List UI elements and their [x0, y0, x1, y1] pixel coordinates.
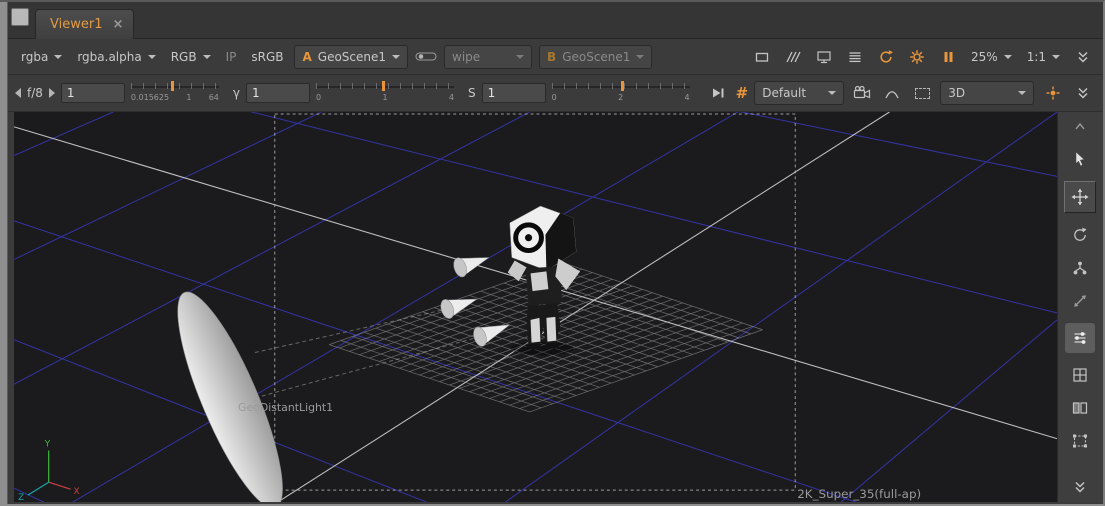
- input-b-badge: B: [547, 50, 556, 64]
- chevron-down-icon: [1052, 55, 1060, 59]
- chevron-down-icon: [516, 55, 524, 59]
- colorspace-dropdown[interactable]: sRGB: [247, 48, 287, 66]
- channels-dropdown[interactable]: rgba: [17, 48, 66, 66]
- display-mode-dropdown[interactable]: RGB: [167, 48, 215, 66]
- chevron-down-icon: [636, 55, 644, 59]
- collapse-toolbar-icon[interactable]: [1071, 82, 1095, 104]
- exposure-label: f/8: [27, 86, 43, 100]
- view-mode-dropdown[interactable]: 3D: [940, 81, 1034, 105]
- pixel-aspect-dropdown[interactable]: 1:1: [1023, 48, 1064, 66]
- pane-menu-button[interactable]: [11, 8, 29, 26]
- exposure-increase-icon[interactable]: [49, 88, 55, 98]
- axis-gizmo: Y X Z: [18, 440, 80, 502]
- format-name-label: 2K_Super_35(full-ap): [797, 487, 921, 501]
- chevron-down-icon: [392, 55, 400, 59]
- axis-y-label: Y: [44, 440, 51, 450]
- gamma-slider[interactable]: 014: [316, 79, 454, 107]
- light-cone-handles[interactable]: [439, 256, 510, 348]
- viewer-toolbar-top: rgba rgba.alpha RGB IP sRGB A GeoScene1: [7, 39, 1103, 75]
- chevron-down-icon: [203, 55, 211, 59]
- gain-slider-handle[interactable]: [171, 81, 174, 91]
- 3d-viewport[interactable]: GeoDistantLight1 2K_Super_35(full-ap) Y …: [14, 112, 1057, 502]
- tab-viewer1[interactable]: Viewer1 ×: [35, 9, 134, 39]
- close-icon[interactable]: ×: [112, 17, 123, 32]
- rotate-tool-icon[interactable]: [1068, 224, 1092, 246]
- roi-icon[interactable]: [910, 82, 934, 104]
- gear-icon[interactable]: [905, 46, 929, 68]
- wipe-handle-icon[interactable]: [415, 50, 437, 63]
- scroll-up-icon[interactable]: [1068, 115, 1092, 137]
- 3d-viewport-canvas[interactable]: GeoDistantLight1 2K_Super_35(full-ap) Y …: [14, 112, 1057, 502]
- scanlines-icon[interactable]: [843, 46, 867, 68]
- collapse-sidebar-icon[interactable]: [1068, 476, 1092, 498]
- panel-sliders-button[interactable]: [1065, 323, 1095, 353]
- wipe-mode-dropdown[interactable]: wipe: [444, 45, 532, 69]
- gain-input[interactable]: [61, 83, 125, 103]
- distant-light-disc[interactable]: [159, 282, 302, 502]
- uv-grid-tool-icon[interactable]: [1068, 364, 1092, 386]
- pane-content: Viewer1 × rgba rgba.alpha RGB IP sRGB A: [7, 2, 1103, 504]
- collapse-toolbar-icon[interactable]: [1071, 46, 1095, 68]
- saturation-input[interactable]: [482, 83, 546, 103]
- axis-z-label: Z: [18, 493, 24, 502]
- lock-camera-icon[interactable]: [850, 82, 874, 104]
- guides-preset-dropdown[interactable]: Default: [754, 81, 844, 105]
- input-a-badge: A: [302, 50, 311, 64]
- axis-x-label: X: [73, 487, 79, 497]
- curve-icon[interactable]: [880, 82, 904, 104]
- viewer-toolbar-exposure: f/8 0.015625164 γ 014 S: [7, 75, 1103, 112]
- chevron-down-icon: [828, 91, 836, 95]
- marquee-tool-icon[interactable]: [1068, 430, 1092, 452]
- gamma-slider-handle[interactable]: [382, 81, 385, 91]
- light-name-label: GeoDistantLight1: [238, 401, 333, 414]
- chevron-down-icon: [54, 55, 62, 59]
- frame-format-icon[interactable]: [750, 46, 774, 68]
- input-process-toggle[interactable]: IP: [222, 48, 241, 66]
- gamma-label: γ: [233, 86, 240, 100]
- saturation-label: S: [468, 86, 476, 100]
- gain-slider[interactable]: 0.015625164: [131, 79, 219, 107]
- pane-splitter[interactable]: [0, 2, 8, 504]
- robot-shadow: [511, 342, 574, 356]
- viewer-pane: Viewer1 × rgba rgba.alpha RGB IP sRGB A: [0, 0, 1105, 506]
- guides-grid-icon[interactable]: #: [736, 84, 749, 102]
- checker-stripes-icon[interactable]: [781, 46, 805, 68]
- refresh-icon[interactable]: [874, 46, 898, 68]
- saturation-slider[interactable]: 024: [552, 79, 690, 107]
- chevron-down-icon: [148, 55, 156, 59]
- tab-bar: Viewer1 ×: [7, 2, 1103, 39]
- chevron-down-icon: [1018, 91, 1026, 95]
- scale-tool-icon[interactable]: [1068, 290, 1092, 312]
- color-sampler-icon[interactable]: [1041, 82, 1065, 104]
- tab-title: Viewer1: [50, 17, 102, 32]
- proxy-monitor-icon[interactable]: [812, 46, 836, 68]
- pause-icon[interactable]: [936, 46, 960, 68]
- light-direction-rays: [255, 309, 480, 396]
- skip-forward-icon[interactable]: [706, 82, 730, 104]
- select-tool-icon[interactable]: [1068, 148, 1092, 170]
- chevron-down-icon: [1004, 55, 1012, 59]
- gamma-input[interactable]: [246, 83, 310, 103]
- exposure-decrease-icon[interactable]: [15, 88, 21, 98]
- alpha-channel-dropdown[interactable]: rgba.alpha: [73, 48, 159, 66]
- saturation-slider-handle[interactable]: [621, 81, 624, 91]
- hierarchy-tool-icon[interactable]: [1068, 257, 1092, 279]
- viewport-tool-sidebar: [1057, 112, 1102, 502]
- split-layout-icon[interactable]: [1068, 397, 1092, 419]
- input-a-dropdown[interactable]: A GeoScene1: [294, 45, 408, 69]
- translate-tool-button[interactable]: [1064, 181, 1096, 213]
- zoom-dropdown[interactable]: 25%: [967, 48, 1016, 66]
- input-b-dropdown[interactable]: B GeoScene1: [539, 45, 652, 69]
